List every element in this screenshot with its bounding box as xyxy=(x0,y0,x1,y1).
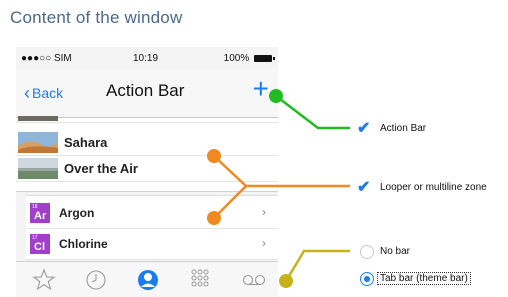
orange-callout-dot-bottom xyxy=(207,211,221,225)
tab-bar-radio[interactable] xyxy=(360,272,374,286)
no-bar-option-label: No bar xyxy=(380,246,411,257)
yellow-callout-line xyxy=(284,249,350,282)
looper-option-label: Looper or multiline zone xyxy=(380,182,487,193)
orange-callout-dot-top xyxy=(207,149,221,163)
orange-callout-line xyxy=(213,155,350,188)
action-bar-checkbox[interactable]: ✔ xyxy=(357,118,370,138)
green-callout-dot xyxy=(269,89,283,103)
action-bar-option-label: Action Bar xyxy=(380,123,427,134)
looper-checkbox[interactable]: ✔ xyxy=(357,177,370,197)
green-callout-line xyxy=(275,95,350,130)
no-bar-radio[interactable] xyxy=(360,245,374,259)
callout-lines xyxy=(207,89,350,288)
tab-bar-option-label: Tab bar (theme bar) xyxy=(377,272,471,285)
yellow-callout-dot xyxy=(279,274,293,288)
